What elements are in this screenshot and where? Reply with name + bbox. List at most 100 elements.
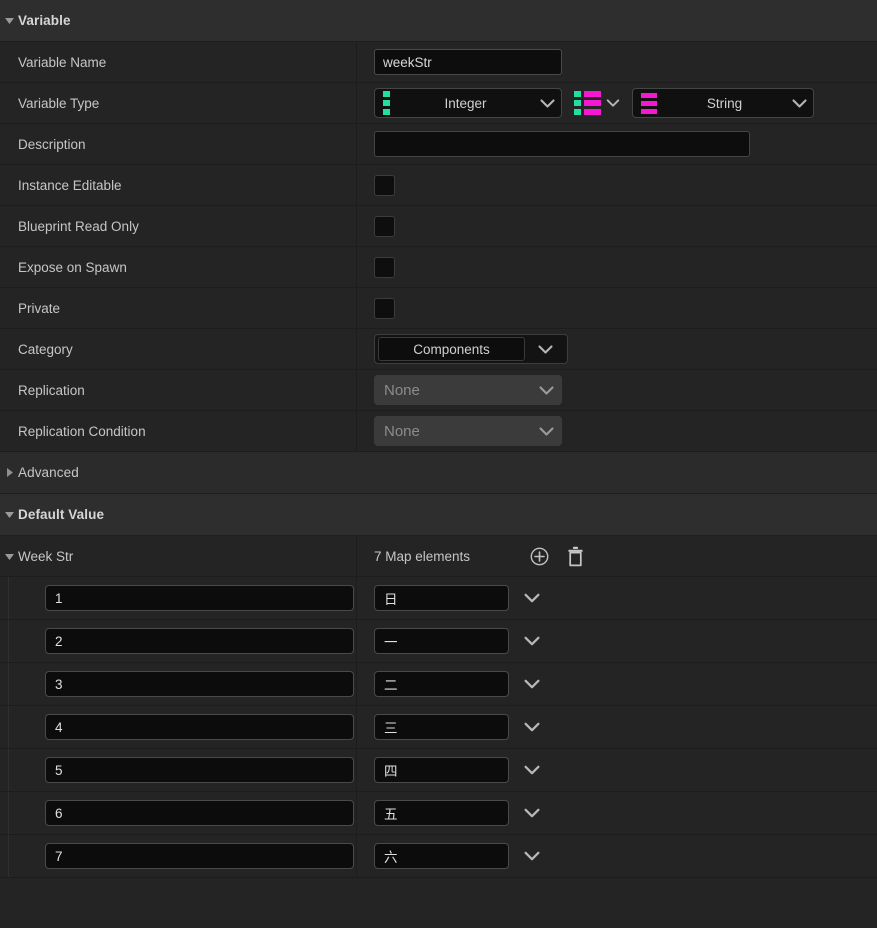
section-header-advanced[interactable]: Advanced — [0, 452, 877, 494]
map-element-row-1: 1 日 — [0, 577, 877, 620]
label-private: Private — [18, 300, 61, 316]
map-actions — [530, 546, 585, 567]
map-value-input[interactable]: 日 — [374, 585, 509, 611]
expose-on-spawn-checkbox[interactable] — [374, 256, 395, 278]
variable-container-type-dropdown[interactable] — [572, 88, 622, 118]
chevron-down-icon[interactable] — [509, 765, 555, 775]
section-header-default-value[interactable]: Default Value — [0, 494, 877, 536]
map-elements-list: 1 日 2 一 3 二 4 三 5 四 6 五 7 六 — [0, 577, 877, 878]
chevron-down-icon — [540, 98, 555, 108]
variable-name-input[interactable]: weekStr — [374, 49, 562, 75]
category-combobox[interactable]: Components — [374, 334, 568, 364]
row-indent — [0, 749, 9, 791]
replication-condition-dropdown: None — [374, 416, 562, 446]
map-element-row-5: 5 四 — [0, 749, 877, 792]
map-value-cell: 二 — [357, 663, 877, 705]
chevron-down-icon[interactable] — [509, 851, 555, 861]
chevron-down-icon[interactable] — [509, 722, 555, 732]
map-key-input[interactable]: 6 — [45, 800, 354, 826]
map-value-cell: 五 — [357, 792, 877, 834]
chevron-down-icon[interactable] — [525, 344, 565, 354]
expand-triangle-down-icon[interactable] — [0, 552, 18, 561]
row-week-str-map: Week Str 7 Map elements — [0, 536, 877, 577]
map-element-row-3: 3 二 — [0, 663, 877, 706]
value-cell-week-str: 7 Map elements — [357, 536, 877, 576]
chevron-down-icon — [539, 426, 554, 436]
string-pin-icon — [641, 92, 657, 114]
private-checkbox[interactable] — [374, 297, 395, 319]
description-input[interactable] — [374, 131, 750, 157]
expand-triangle-right-icon[interactable] — [0, 468, 18, 477]
blueprint-variable-details-panel: Variable Variable Name weekStr Variable … — [0, 0, 877, 928]
map-key-cell: 2 — [9, 620, 357, 662]
replication-condition-value: None — [384, 422, 420, 440]
value-cell-variable-name: weekStr — [357, 42, 877, 82]
map-key-input[interactable]: 1 — [45, 585, 354, 611]
row-instance-editable: Instance Editable — [0, 165, 877, 206]
value-cell-replication: None — [357, 370, 877, 410]
label-cell-variable-type: Variable Type — [0, 83, 357, 123]
map-value-cell: 三 — [357, 706, 877, 748]
label-category: Category — [18, 341, 73, 357]
map-key-input[interactable]: 7 — [45, 843, 354, 869]
value-cell-private — [357, 288, 877, 328]
chevron-down-icon[interactable] — [509, 808, 555, 818]
label-cell-variable-name: Variable Name — [0, 42, 357, 82]
map-value-input[interactable]: 二 — [374, 671, 509, 697]
map-element-row-2: 2 一 — [0, 620, 877, 663]
replication-value: None — [384, 381, 420, 399]
map-value-cell: 四 — [357, 749, 877, 791]
label-description: Description — [18, 136, 86, 152]
map-elements-count: 7 Map elements — [374, 548, 471, 564]
map-value-input[interactable]: 六 — [374, 843, 509, 869]
expand-triangle-down-icon[interactable] — [0, 16, 18, 25]
chevron-down-icon[interactable] — [509, 636, 555, 646]
value-cell-instance-editable — [357, 165, 877, 205]
section-header-variable[interactable]: Variable — [0, 0, 877, 42]
variable-key-type-dropdown[interactable]: Integer — [374, 88, 562, 118]
map-element-row-4: 4 三 — [0, 706, 877, 749]
add-element-button[interactable] — [530, 547, 549, 566]
row-indent — [0, 835, 9, 877]
integer-pin-icon — [383, 91, 391, 115]
map-value-input[interactable]: 一 — [374, 628, 509, 654]
row-blueprint-read-only: Blueprint Read Only — [0, 206, 877, 247]
map-key-cell: 4 — [9, 706, 357, 748]
row-category: Category Components — [0, 329, 877, 370]
trash-icon[interactable] — [566, 546, 585, 567]
expand-triangle-down-icon[interactable] — [0, 510, 18, 519]
row-replication: Replication None — [0, 370, 877, 411]
value-cell-expose-on-spawn — [357, 247, 877, 287]
variable-value-type-dropdown[interactable]: String — [632, 88, 814, 118]
map-key-input[interactable]: 4 — [45, 714, 354, 740]
value-cell-replication-condition: None — [357, 411, 877, 451]
row-expose-on-spawn: Expose on Spawn — [0, 247, 877, 288]
label-cell-private: Private — [0, 288, 357, 328]
row-indent — [0, 663, 9, 705]
map-value-cell: 六 — [357, 835, 877, 877]
replication-dropdown: None — [374, 375, 562, 405]
category-input[interactable]: Components — [378, 337, 525, 361]
chevron-down-icon[interactable] — [509, 593, 555, 603]
label-cell-instance-editable: Instance Editable — [0, 165, 357, 205]
row-indent — [0, 620, 9, 662]
chevron-down-icon[interactable] — [509, 679, 555, 689]
map-key-input[interactable]: 5 — [45, 757, 354, 783]
map-element-row-6: 6 五 — [0, 792, 877, 835]
map-key-input[interactable]: 3 — [45, 671, 354, 697]
value-cell-description — [357, 124, 877, 164]
section-title-advanced: Advanced — [18, 465, 79, 480]
label-cell-week-str: Week Str — [0, 536, 357, 576]
blueprint-read-only-checkbox[interactable] — [374, 215, 395, 237]
map-key-input[interactable]: 2 — [45, 628, 354, 654]
map-value-input[interactable]: 四 — [374, 757, 509, 783]
row-indent — [0, 792, 9, 834]
map-key-cell: 6 — [9, 792, 357, 834]
map-value-input[interactable]: 三 — [374, 714, 509, 740]
instance-editable-checkbox[interactable] — [374, 174, 395, 196]
chevron-down-icon — [606, 99, 620, 107]
map-value-input[interactable]: 五 — [374, 800, 509, 826]
label-variable-type: Variable Type — [18, 95, 100, 111]
map-key-cell: 1 — [9, 577, 357, 619]
variable-value-type-label: String — [706, 95, 743, 111]
